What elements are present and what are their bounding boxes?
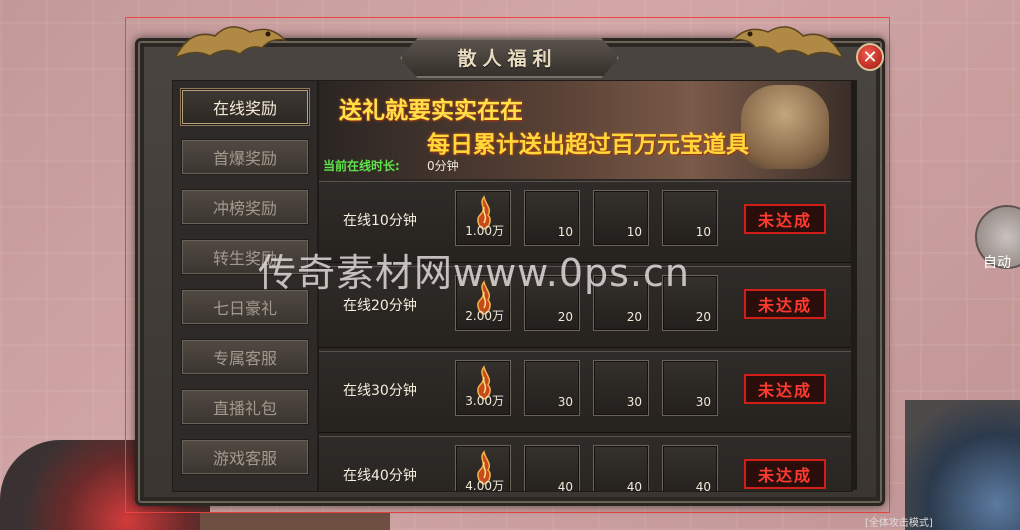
reward-slot[interactable]: 40	[662, 445, 718, 492]
slot-count: 4.00万	[465, 479, 504, 492]
reward-slot[interactable]: 30	[593, 360, 649, 416]
slot-count: 30	[695, 395, 711, 409]
reward-slot-ingot[interactable]: 1.00万	[455, 190, 511, 246]
slot-count: 40	[626, 480, 642, 492]
slot-count: 2.00万	[465, 309, 504, 323]
slot-count: 30	[557, 395, 573, 409]
slot-count: 10	[626, 225, 642, 239]
reward-row-label: 在线30分钟	[343, 383, 417, 399]
slot-count: 10	[695, 225, 711, 239]
slot-count: 20	[626, 310, 642, 324]
slot-count: 40	[557, 480, 573, 492]
sidebar-item-ranking[interactable]: 冲榜奖励	[181, 189, 309, 225]
reward-row: 在线30分钟 3.00万 30 30 30 未达成	[319, 351, 852, 433]
money-bag-icon	[741, 85, 829, 169]
banner-subline: 每日累计送出超过百万元宝道具	[427, 132, 749, 158]
slot-count: 40	[695, 480, 711, 492]
slot-count: 3.00万	[465, 394, 504, 408]
watermark-text: 传奇素材网www.0ps.cn	[258, 251, 690, 295]
close-icon: ✕	[862, 46, 878, 68]
chat-strip	[200, 512, 390, 530]
sidebar-item-game-service[interactable]: 游戏客服	[181, 439, 309, 475]
slot-count: 10	[557, 225, 573, 239]
reward-slot[interactable]: 30	[524, 360, 580, 416]
attack-mode-text[interactable]: [全体攻击模式]	[865, 514, 933, 529]
scrollbar-track[interactable]	[851, 80, 857, 490]
auto-fight-label: 自动	[983, 255, 1011, 271]
reward-slot[interactable]: 10	[524, 190, 580, 246]
slot-count: 30	[626, 395, 642, 409]
right-dragon-ornament	[728, 18, 848, 62]
reward-row-label: 在线10分钟	[343, 213, 417, 229]
left-dragon-ornament	[170, 18, 290, 62]
reward-slot-ingot[interactable]: 4.00万	[455, 445, 511, 492]
reward-slot[interactable]: 40	[593, 445, 649, 492]
slot-count: 1.00万	[465, 224, 504, 238]
reward-slot[interactable]: 10	[593, 190, 649, 246]
banner-headline: 送礼就要实实在在	[339, 98, 523, 124]
reward-slot[interactable]: 40	[524, 445, 580, 492]
online-time-label: 当前在线时长:	[323, 159, 400, 173]
slot-count: 20	[557, 310, 573, 324]
reward-slot[interactable]: 30	[662, 360, 718, 416]
reward-row-label: 在线20分钟	[343, 298, 417, 314]
sidebar-item-live-gift[interactable]: 直播礼包	[181, 389, 309, 425]
skill-hud	[905, 400, 1020, 530]
status-badge[interactable]: 未达成	[744, 459, 826, 489]
promo-banner: 送礼就要实实在在 每日累计送出超过百万元宝道具 当前在线时长: 0分钟	[319, 81, 852, 179]
reward-row-label: 在线40分钟	[343, 468, 417, 484]
reward-slot-ingot[interactable]: 3.00万	[455, 360, 511, 416]
sidebar-item-vip-service[interactable]: 专属客服	[181, 339, 309, 375]
reward-slot[interactable]: 10	[662, 190, 718, 246]
status-badge[interactable]: 未达成	[744, 289, 826, 319]
sidebar-item-first-drop[interactable]: 首爆奖励	[181, 139, 309, 175]
reward-row: 在线40分钟 4.00万 40 40 40 未达成	[319, 436, 852, 492]
online-time-value: 0分钟	[427, 159, 459, 173]
panel-title: 散人福利	[457, 48, 558, 70]
status-badge[interactable]: 未达成	[744, 374, 826, 404]
sidebar-item-online-reward[interactable]: 在线奖励	[181, 89, 309, 125]
slot-count: 20	[695, 310, 711, 324]
close-button[interactable]: ✕	[856, 43, 884, 71]
status-badge[interactable]: 未达成	[744, 204, 826, 234]
